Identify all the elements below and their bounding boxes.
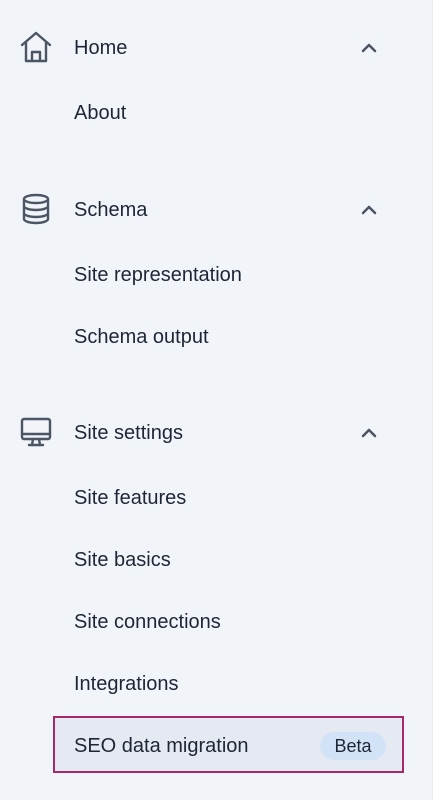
chevron-up-icon[interactable] [357,198,381,222]
section-site-settings-header[interactable]: Site settings [0,411,430,455]
sidebar-item-seo-data-migration[interactable]: SEO data migration Beta [53,716,404,773]
sidebar-item-about[interactable]: About [74,102,126,125]
section-site-settings-title: Site settings [74,422,183,444]
database-icon [19,192,53,226]
sidebar-item-site-basics[interactable]: Site basics [74,549,171,572]
sidebar-item-site-features[interactable]: Site features [74,487,186,510]
sidebar-item-label: SEO data migration [74,735,249,757]
chevron-up-icon[interactable] [357,421,381,445]
content-edge [433,0,439,800]
section-schema-header[interactable]: Schema [0,188,430,232]
home-icon [19,30,53,64]
section-home-title: Home [74,37,128,59]
sidebar-item-site-connections[interactable]: Site connections [74,611,221,634]
sidebar-item-schema-output[interactable]: Schema output [74,326,209,349]
chevron-up-icon[interactable] [357,36,381,60]
desktop-icon [19,415,53,449]
sidebar-item-site-representation[interactable]: Site representation [74,264,242,287]
beta-badge: Beta [320,732,386,760]
section-home-header[interactable]: Home [0,26,430,70]
sidebar-item-integrations[interactable]: Integrations [74,673,179,696]
section-schema-title: Schema [74,199,148,221]
settings-sidebar: Home About Schema Site representation Sc… [0,0,430,800]
